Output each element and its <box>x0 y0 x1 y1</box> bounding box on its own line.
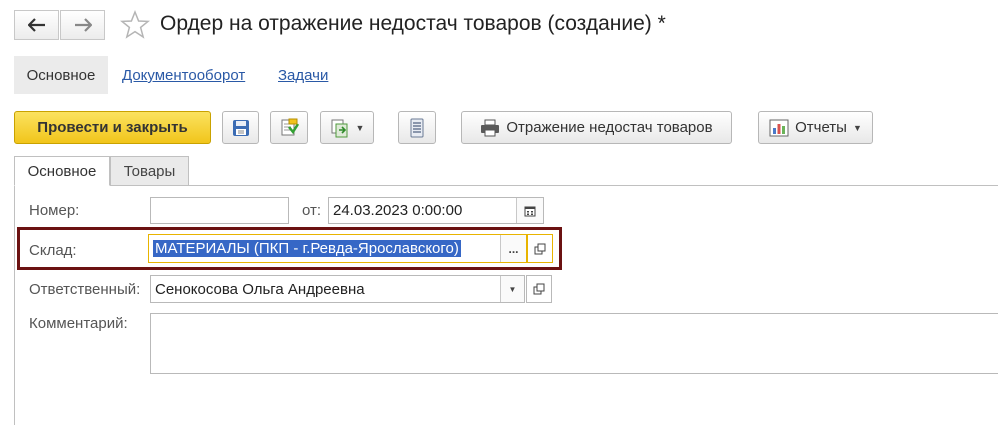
favorite-button[interactable] <box>119 9 151 45</box>
chevron-down-icon: ▼ <box>355 122 365 133</box>
reports-icon <box>769 119 789 136</box>
post-document-icon <box>281 118 299 135</box>
responsible-input[interactable]: Сенокосова Ольга Андреевна ▼ <box>150 275 525 303</box>
number-input[interactable] <box>150 197 289 224</box>
print-shortages-button[interactable]: Отражение недостач товаров <box>461 111 732 144</box>
comment-value <box>151 314 155 318</box>
arrow-left-icon <box>27 18 45 32</box>
chevron-down-icon: ▼ <box>508 284 517 294</box>
warehouse-open-button[interactable] <box>527 234 553 263</box>
arrow-right-icon <box>74 18 92 32</box>
open-window-icon <box>534 243 546 254</box>
chevron-down-icon: ▼ <box>852 122 862 133</box>
nav-tab-document-flow[interactable]: Документооборот <box>122 67 245 84</box>
reports-label: Отчеты <box>795 119 847 136</box>
printer-icon <box>481 119 500 136</box>
nav-tab-main[interactable]: Основное <box>14 56 108 94</box>
print-shortages-label: Отражение недостач товаров <box>506 119 713 136</box>
open-window-icon <box>533 283 545 295</box>
create-based-on-button[interactable]: ▼ <box>320 111 374 144</box>
forward-button[interactable] <box>60 10 105 40</box>
back-button[interactable] <box>14 10 59 40</box>
date-input[interactable]: 24.03.2023 0:00:00 <box>328 197 544 224</box>
responsible-open-button[interactable] <box>526 275 552 303</box>
warehouse-label: Склад: <box>29 242 77 259</box>
save-button[interactable] <box>222 111 259 144</box>
post-and-close-label: Провести и закрыть <box>37 119 188 136</box>
post-button[interactable] <box>270 111 308 144</box>
warehouse-select-button[interactable]: ... <box>500 235 526 262</box>
responsible-label: Ответственный: <box>29 281 141 298</box>
nav-tab-tasks[interactable]: Задачи <box>278 67 328 84</box>
star-icon <box>119 9 151 39</box>
tab-main[interactable]: Основное <box>14 156 110 186</box>
date-value: 24.03.2023 0:00:00 <box>333 202 463 219</box>
post-and-close-button[interactable]: Провести и закрыть <box>14 111 211 144</box>
reports-button[interactable]: Отчеты ▼ <box>758 111 873 144</box>
responsible-dropdown-button[interactable]: ▼ <box>500 276 524 302</box>
comment-textarea[interactable] <box>150 313 998 374</box>
list-stack-icon <box>410 118 424 137</box>
structure-button[interactable] <box>398 111 436 144</box>
tab-goods[interactable]: Товары <box>110 156 189 186</box>
window-title: Ордер на отражение недостач товаров (соз… <box>160 12 666 35</box>
calendar-button[interactable] <box>516 198 543 223</box>
calendar-icon <box>524 206 536 216</box>
warehouse-input[interactable]: МАТЕРИАЛЫ (ПКП - г.Ревда-Ярославского) .… <box>148 234 527 263</box>
number-label: Номер: <box>29 202 80 219</box>
create-based-on-icon <box>331 119 348 137</box>
comment-label: Комментарий: <box>29 315 128 332</box>
responsible-value: Сенокосова Ольга Андреевна <box>155 280 365 298</box>
warehouse-value: МАТЕРИАЛЫ (ПКП - г.Ревда-Ярославского) <box>153 240 461 257</box>
floppy-disk-icon <box>232 119 249 136</box>
date-label: от: <box>302 202 322 219</box>
